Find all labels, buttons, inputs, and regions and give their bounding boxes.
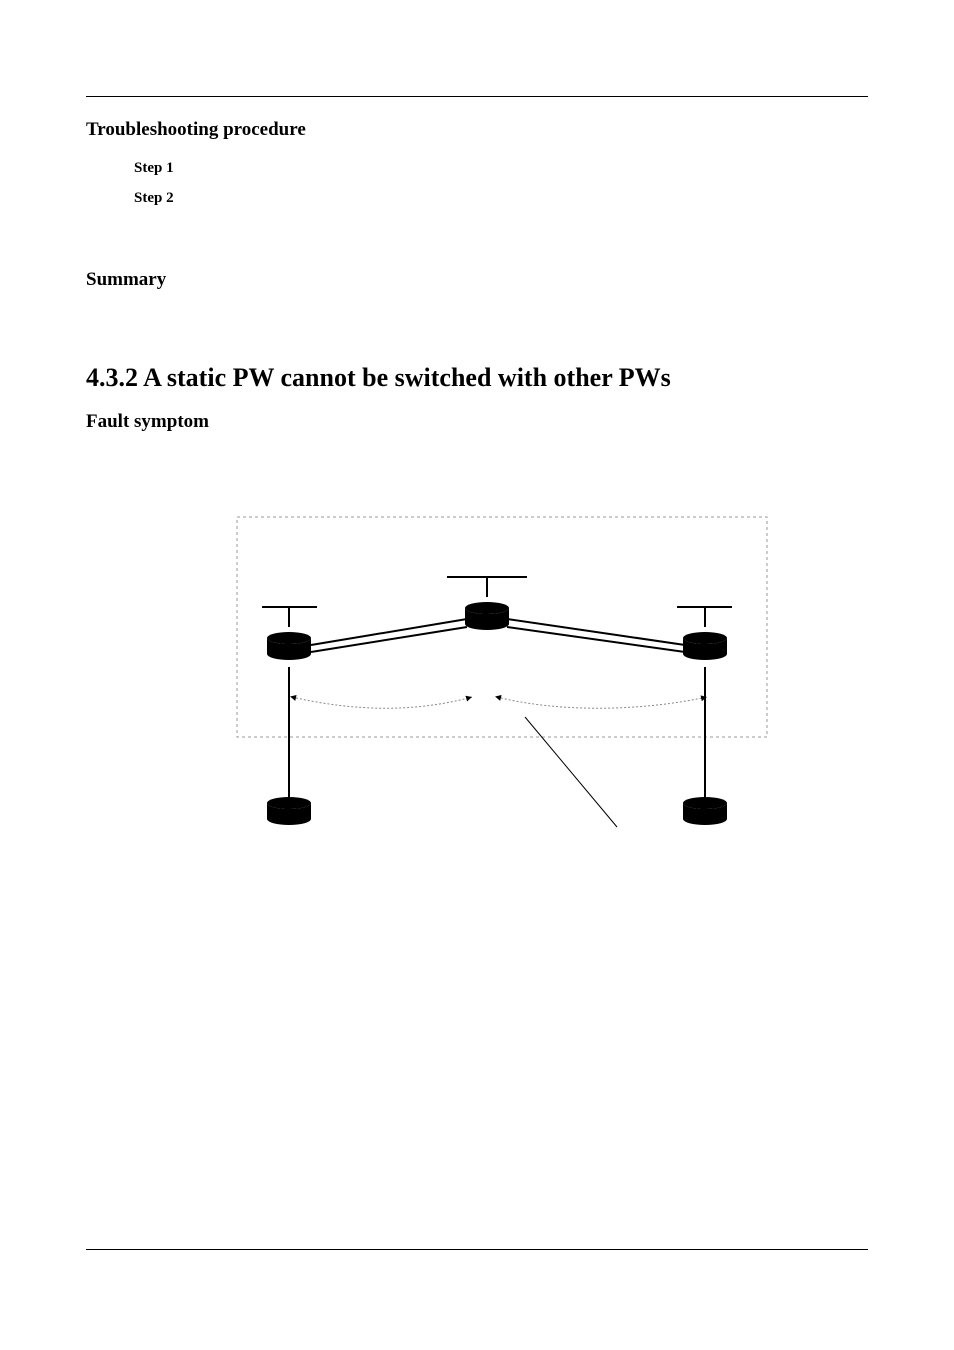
router-icon: [683, 632, 727, 660]
step-2-label: Step 2: [134, 183, 868, 213]
router-icon: [267, 632, 311, 660]
network-figure: R: [86, 497, 868, 877]
router-icon: [465, 602, 509, 630]
summary-heading: Summary: [86, 269, 868, 291]
troubleshooting-procedure-heading: Troubleshooting procedure: [86, 119, 868, 141]
router-icon: [683, 797, 727, 825]
section-heading: 4.3.2 A static PW cannot be switched wit…: [86, 363, 868, 393]
step-1-label: Step 1: [134, 153, 868, 183]
router-icon: [267, 797, 311, 825]
fault-symptom-heading: Fault symptom: [86, 411, 868, 433]
